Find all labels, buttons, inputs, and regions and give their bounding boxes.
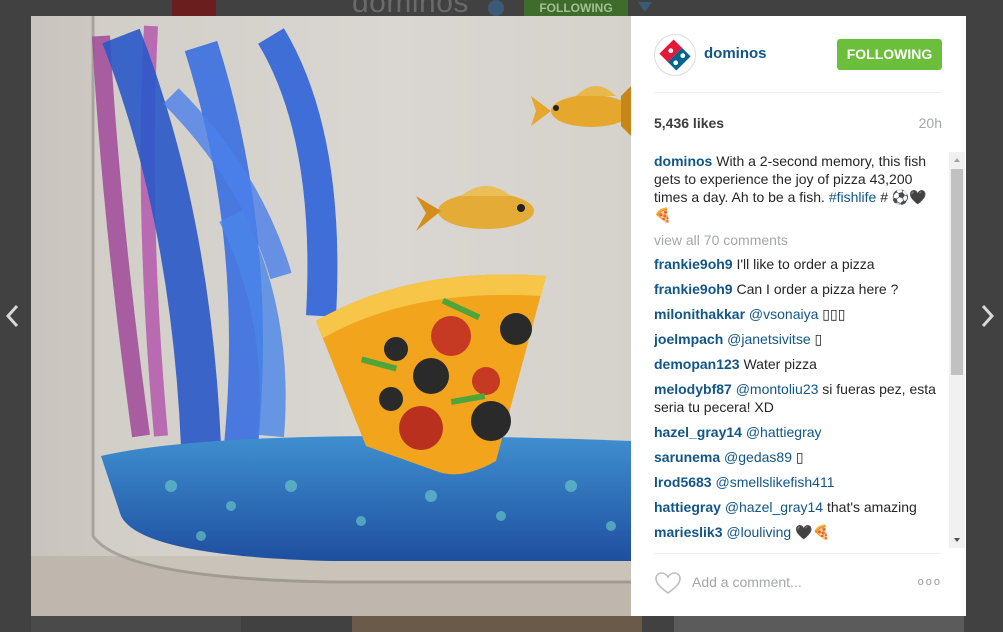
chevron-right-icon xyxy=(981,304,995,328)
comment-mention[interactable]: @gedas89 xyxy=(724,449,792,465)
comment-text: Can I order a pizza here ? xyxy=(736,281,899,297)
comment-item: hattiegray @hazel_gray14 that's amazing xyxy=(654,498,944,516)
dominos-avatar[interactable] xyxy=(654,34,696,76)
background-thumbnail xyxy=(352,616,642,632)
post-timestamp: 20h xyxy=(918,115,942,131)
comment-mention[interactable]: @smellslikefish411 xyxy=(715,474,834,490)
heart-icon xyxy=(655,572,681,594)
fish-tank-pizza-image xyxy=(31,16,631,616)
comment-mention[interactable]: @janetsivitse xyxy=(727,331,810,347)
following-button[interactable]: FOLLOWING xyxy=(837,39,942,70)
scrollbar-thumb[interactable] xyxy=(951,169,963,375)
post-photo[interactable] xyxy=(31,16,631,616)
comment-mention[interactable]: @hattiegray xyxy=(746,424,822,440)
background-thumbnail xyxy=(674,616,964,632)
view-all-comments-link[interactable]: view all 70 comments xyxy=(654,232,944,248)
caret-down-icon xyxy=(638,2,652,12)
comment-item: frankie9oh9 Can I order a pizza here ? xyxy=(654,280,944,298)
comment-item: joelmpach @janetsivitse ▯ xyxy=(654,330,944,348)
post-header: dominos FOLLOWING xyxy=(654,34,942,93)
previous-post-button[interactable] xyxy=(2,300,26,332)
caption-username[interactable]: dominos xyxy=(654,153,712,169)
add-comment-row: ooo xyxy=(654,553,942,610)
like-button[interactable] xyxy=(654,571,682,595)
comment-username[interactable]: lrod5683 xyxy=(654,474,712,490)
comment-item: sarunema @gedas89 ▯ xyxy=(654,448,944,466)
comment-username[interactable]: marieslik3 xyxy=(654,524,723,540)
comments-scrollbar[interactable] xyxy=(949,152,965,548)
comment-username[interactable]: hattiegray xyxy=(654,499,721,515)
comment-username[interactable]: sarunema xyxy=(654,449,720,465)
comment-item: frankie9oh9 I'll like to order a pizza xyxy=(654,255,944,273)
comment-username[interactable]: melodybf87 xyxy=(654,381,732,397)
comment-username[interactable]: milonithakkar xyxy=(654,306,745,322)
comment-item: melodybf87 @montoliu23 si fueras pez, es… xyxy=(654,380,944,416)
comment-text: 🖤🍕 xyxy=(795,524,830,540)
comment-mention[interactable]: @louliving xyxy=(726,524,791,540)
comment-username[interactable]: demopan123 xyxy=(654,356,740,372)
background-thumbnail xyxy=(31,616,241,632)
verified-badge-icon xyxy=(488,0,504,16)
comment-text: Water pizza xyxy=(743,356,817,372)
add-comment-input[interactable] xyxy=(692,574,912,590)
comments-list: dominos With a 2-second memory, this fis… xyxy=(654,152,944,548)
post-details-panel: dominos FOLLOWING 5,436 likes 20h domino… xyxy=(631,16,966,616)
comment-item: lrod5683 @smellslikefish411 xyxy=(654,473,944,491)
comment-item: marieslik3 @louliving 🖤🍕 xyxy=(654,523,944,541)
comment-username[interactable]: frankie9oh9 xyxy=(654,281,733,297)
comment-text: ▯ xyxy=(795,449,804,465)
comment-mention[interactable]: @montoliu23 xyxy=(736,381,819,397)
comment-item: hazel_gray14 @hattiegray xyxy=(654,423,944,441)
more-options-icon[interactable]: ooo xyxy=(918,576,942,588)
comment-text: ▯ xyxy=(814,331,823,347)
comment-username[interactable]: joelmpach xyxy=(654,331,723,347)
scroll-up-arrow-icon[interactable] xyxy=(949,152,965,168)
post-author-username[interactable]: dominos xyxy=(704,45,767,62)
comment-mention[interactable]: @vsonaiya xyxy=(749,306,818,322)
comment-text: I'll like to order a pizza xyxy=(736,256,875,272)
comment-mention[interactable]: @hazel_gray14 xyxy=(725,499,823,515)
scroll-down-arrow-icon[interactable] xyxy=(949,532,965,548)
comment-items: frankie9oh9 I'll like to order a pizza fr… xyxy=(654,255,944,541)
comment-item: milonithakkar @vsonaiya ▯▯▯ xyxy=(654,305,944,323)
background-logo xyxy=(172,0,216,16)
comment-text: ▯▯▯ xyxy=(822,306,846,322)
comment-item: demopan123 Water pizza xyxy=(654,355,944,373)
next-post-button[interactable] xyxy=(977,300,1001,332)
post-caption: dominos With a 2-second memory, this fis… xyxy=(654,152,944,224)
likes-count[interactable]: 5,436 likes xyxy=(654,115,724,131)
post-modal: dominos FOLLOWING 5,436 likes 20h domino… xyxy=(31,16,966,616)
chevron-left-icon xyxy=(5,304,19,328)
comment-username[interactable]: frankie9oh9 xyxy=(654,256,733,272)
background-following-button: FOLLOWING xyxy=(524,0,628,16)
comment-text: that's amazing xyxy=(826,499,917,515)
dominos-logo-icon xyxy=(659,39,691,71)
caption-hashtag[interactable]: #fishlife xyxy=(829,189,876,205)
comment-username[interactable]: hazel_gray14 xyxy=(654,424,742,440)
